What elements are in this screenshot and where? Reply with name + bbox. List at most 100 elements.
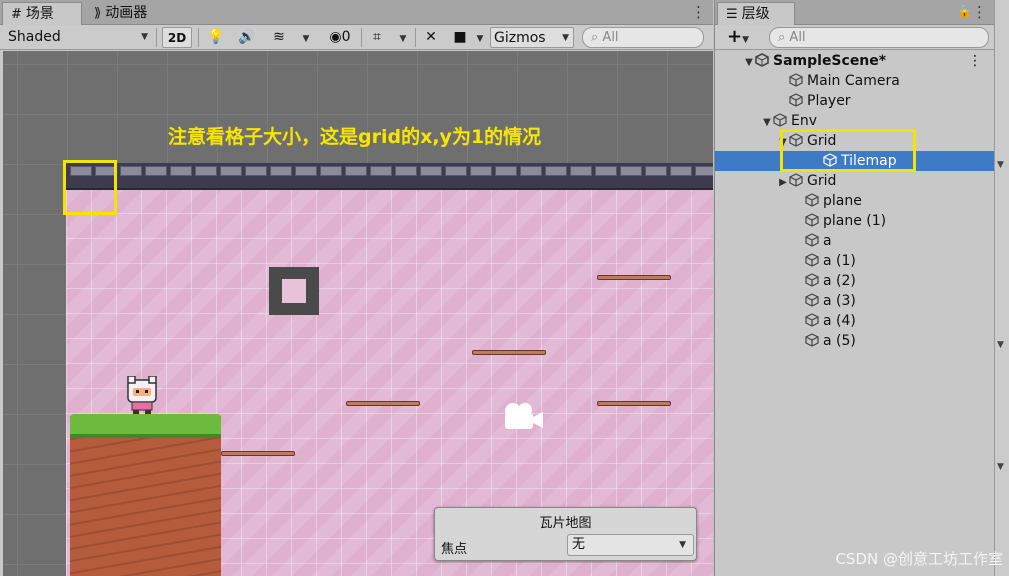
wall-brick xyxy=(445,166,467,176)
hierarchy-item[interactable]: Player xyxy=(715,91,994,111)
hierarchy-search-placeholder: All xyxy=(789,30,806,45)
wall-brick xyxy=(645,166,667,176)
player-sprite xyxy=(127,376,157,414)
platform-plank xyxy=(221,451,295,456)
platform-plank xyxy=(597,275,671,280)
hierarchy-item[interactable]: plane (1) xyxy=(715,211,994,231)
hierarchy-item[interactable]: a (3) xyxy=(715,291,994,311)
2d-toggle-button[interactable]: 2D xyxy=(162,27,192,48)
gameobject-cube-icon xyxy=(805,273,819,287)
hierarchy-item-label: a (1) xyxy=(823,253,856,269)
divider xyxy=(156,28,157,47)
wall-brick xyxy=(295,166,317,176)
wall-brick xyxy=(120,166,142,176)
gizmos-dropdown[interactable]: Gizmos ▼ xyxy=(490,27,574,48)
kebab-menu-icon[interactable]: ⋮ xyxy=(968,51,982,71)
wall-brick xyxy=(695,166,713,176)
hierarchy-item-label: plane (1) xyxy=(823,213,887,229)
effects-toggle-icon[interactable]: ≋ xyxy=(266,27,292,48)
hierarchy-item[interactable]: a xyxy=(715,231,994,251)
grid-snap-dropdown-icon[interactable]: ▼ xyxy=(394,27,412,48)
wall-brick xyxy=(320,166,342,176)
hierarchy-scene-row[interactable]: ▼ SampleScene* ⋮ xyxy=(715,51,994,71)
wall-brick xyxy=(545,166,567,176)
gameobject-cube-icon xyxy=(773,113,787,127)
inspector-edge: ▼ ▼ ▼ xyxy=(994,0,1009,576)
gameobject-cube-icon xyxy=(789,73,803,87)
add-label: + xyxy=(726,26,743,47)
scene-toolbar: Shaded ▼ 2D 💡 🔊 ≋ ▼ ◉0 ⌗ ▼ ✕ ■ ▼ Gizmos … xyxy=(0,25,713,50)
gizmos-label: Gizmos xyxy=(494,30,546,46)
focus-value: 无 xyxy=(572,537,586,552)
gameobject-cube-icon xyxy=(789,93,803,107)
wall-brick xyxy=(195,166,217,176)
tab-animator[interactable]: ⟫ 动画器 xyxy=(86,2,176,25)
tab-hierarchy[interactable]: ☰ 层级 xyxy=(717,2,795,25)
chevron-down-icon: ▼ xyxy=(679,540,686,550)
camera-dropdown-icon[interactable]: ▼ xyxy=(472,27,488,48)
platform-plank xyxy=(472,350,546,355)
camera-icon[interactable]: ■ xyxy=(450,27,470,48)
hierarchy-item-label: Main Camera xyxy=(807,73,900,89)
shading-mode-label: Shaded xyxy=(8,29,61,45)
hierarchy-item[interactable]: Main Camera xyxy=(715,71,994,91)
lock-icon[interactable]: 🔒 xyxy=(957,4,972,18)
hierarchy-item[interactable]: a (2) xyxy=(715,271,994,291)
gameobject-cube-icon xyxy=(805,333,819,347)
grid-snap-icon[interactable]: ⌗ xyxy=(366,27,388,48)
kebab-menu-icon[interactable]: ⋮ xyxy=(691,3,706,21)
wall-brick xyxy=(420,166,442,176)
gameobject-cube-icon xyxy=(805,233,819,247)
shading-mode-dropdown[interactable]: Shaded ▼ xyxy=(4,27,152,48)
wall-tile-row xyxy=(66,163,713,190)
wall-brick xyxy=(595,166,617,176)
chevron-down-icon: ▼ xyxy=(562,33,569,43)
effects-dropdown-icon[interactable]: ▼ xyxy=(296,27,316,48)
chevron-down-icon: ▼ xyxy=(997,340,1004,350)
wall-brick xyxy=(270,166,292,176)
hierarchy-item-label: Grid xyxy=(807,173,837,189)
audio-toggle-icon[interactable]: 🔊 xyxy=(234,27,260,48)
focus-dropdown[interactable]: 无 ▼ xyxy=(567,534,694,556)
kebab-menu-icon[interactable]: ⋮ xyxy=(972,3,987,21)
hierarchy-item[interactable]: ▶ Grid xyxy=(715,171,994,191)
tab-scene[interactable]: # 场景 xyxy=(2,2,82,25)
chevron-down-icon: ▼ xyxy=(141,32,148,42)
chevron-right-icon[interactable]: ▶ xyxy=(777,173,789,193)
wall-brick xyxy=(470,166,492,176)
chevron-down-icon[interactable]: ▼ xyxy=(761,113,773,133)
hierarchy-item[interactable]: plane xyxy=(715,191,994,211)
divider xyxy=(198,28,199,47)
hierarchy-item[interactable]: a (4) xyxy=(715,311,994,331)
wall-brick xyxy=(670,166,692,176)
tab-scene-label: 场景 xyxy=(25,6,54,22)
wall-brick xyxy=(345,166,367,176)
tools-icon[interactable]: ✕ xyxy=(420,27,442,48)
watermark-text: CSDN @创意工坊工作室 xyxy=(835,550,1003,568)
hidden-eye-icon: ◉ xyxy=(329,29,342,45)
add-object-button[interactable]: +▼ xyxy=(721,27,755,48)
scene-search-input[interactable]: ⌕ All xyxy=(582,27,704,48)
gameobject-cube-icon xyxy=(805,193,819,207)
scene-visibility-toggle[interactable]: ◉0 xyxy=(322,27,358,48)
hidden-count: 0 xyxy=(341,29,351,45)
chevron-down-icon[interactable]: ▼ xyxy=(743,53,755,73)
wall-brick xyxy=(495,166,517,176)
gameobject-cube-icon xyxy=(805,253,819,267)
chevron-down-icon: ▼ xyxy=(997,462,1004,472)
gameobject-cube-icon xyxy=(805,213,819,227)
divider xyxy=(415,28,416,47)
tile-highlight-box xyxy=(63,160,117,215)
platform-plank xyxy=(346,401,420,406)
hierarchy-item[interactable]: a (5) xyxy=(715,331,994,351)
hierarchy-search-input[interactable]: ⌕ All xyxy=(769,27,989,48)
dirt-ground xyxy=(70,416,221,576)
gameobject-cube-icon xyxy=(805,293,819,307)
scene-viewport[interactable]: 注意看格子大小，这是grid的x,y为1的情况 瓦片地图 焦点 无 ▼ xyxy=(3,51,713,576)
lighting-toggle-icon[interactable]: 💡 xyxy=(204,27,228,48)
grass-top xyxy=(70,414,221,438)
grid-icon: # xyxy=(11,7,22,22)
hierarchy-item[interactable]: a (1) xyxy=(715,251,994,271)
hierarchy-item[interactable]: ▼ Env xyxy=(715,111,994,131)
hierarchy-item-label: Env xyxy=(791,113,818,129)
